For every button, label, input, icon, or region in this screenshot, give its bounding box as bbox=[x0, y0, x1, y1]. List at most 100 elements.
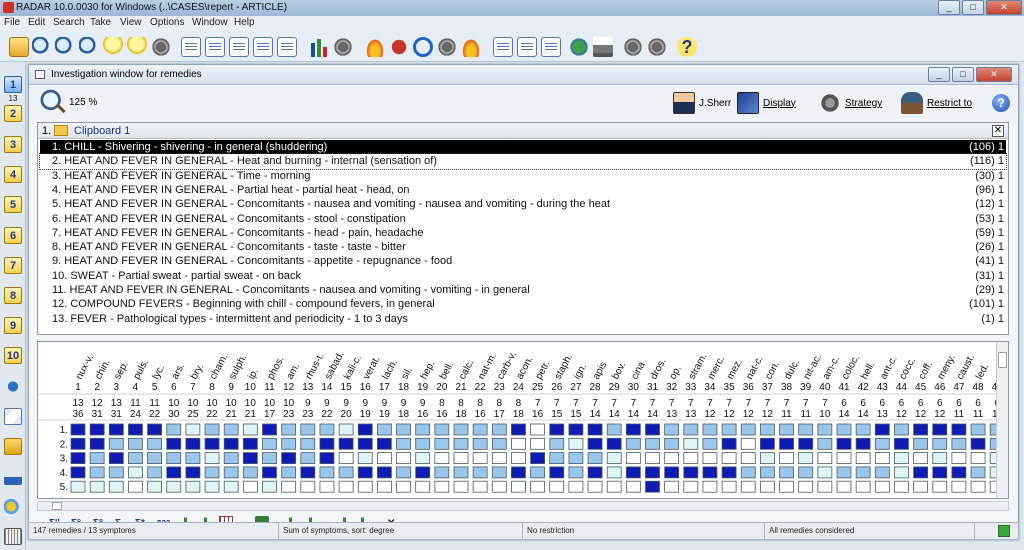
document-5-icon[interactable] bbox=[277, 37, 297, 57]
tree-icon[interactable] bbox=[333, 37, 353, 57]
grade-cell[interactable] bbox=[549, 480, 565, 493]
symptom-row[interactable]: 13. FEVER - Pathological types - intermi… bbox=[40, 312, 1006, 326]
clipboard-button-1[interactable]: 1 bbox=[4, 76, 22, 93]
grade-cell[interactable] bbox=[760, 466, 775, 479]
grade-cell[interactable] bbox=[319, 480, 335, 493]
grade-cell[interactable] bbox=[472, 437, 488, 450]
remedy-name[interactable]: bell. bbox=[438, 360, 456, 381]
remedy-name[interactable]: dros. bbox=[648, 357, 668, 382]
grade-cell[interactable] bbox=[396, 437, 411, 450]
grade-cell[interactable] bbox=[740, 452, 756, 464]
grade-cell[interactable] bbox=[147, 423, 162, 436]
menu-edit[interactable]: Edit bbox=[28, 17, 45, 28]
grade-cell[interactable] bbox=[817, 437, 833, 450]
grade-cell[interactable] bbox=[89, 466, 105, 479]
grade-cell[interactable] bbox=[951, 452, 967, 464]
symptom-row[interactable]: 9. HEAT AND FEVER IN GENERAL - Concomita… bbox=[40, 254, 1006, 268]
symptom-row[interactable]: 4. HEAT AND FEVER IN GENERAL - Partial h… bbox=[40, 183, 1006, 197]
grade-cell[interactable] bbox=[779, 452, 794, 464]
grade-cell[interactable] bbox=[223, 452, 239, 464]
list-icon[interactable] bbox=[517, 37, 537, 57]
grade-cell[interactable] bbox=[70, 452, 86, 464]
grade-cell[interactable] bbox=[376, 423, 392, 436]
symptom-row[interactable]: 2. HEAT AND FEVER IN GENERAL - Heat and … bbox=[39, 153, 1007, 170]
clipboard-close-button[interactable]: ✕ bbox=[992, 125, 1004, 137]
grade-cell[interactable] bbox=[376, 452, 392, 464]
grade-cell[interactable] bbox=[415, 423, 431, 436]
grade-cell[interactable] bbox=[606, 423, 622, 436]
remedy-name[interactable]: apis bbox=[591, 360, 609, 381]
grade-cell[interactable] bbox=[625, 480, 641, 493]
grade-cell[interactable] bbox=[89, 480, 105, 493]
grade-cell[interactable] bbox=[185, 437, 201, 450]
spiral-icon[interactable] bbox=[437, 37, 457, 57]
grade-cell[interactable] bbox=[530, 423, 546, 436]
grade-cell[interactable] bbox=[760, 423, 775, 436]
grade-cell[interactable] bbox=[932, 466, 948, 479]
grade-cell[interactable] bbox=[932, 452, 948, 464]
grade-cell[interactable] bbox=[549, 437, 565, 450]
grade-cell[interactable] bbox=[453, 437, 469, 450]
symptom-row[interactable]: 11. HEAT AND FEVER IN GENERAL - Concomit… bbox=[40, 283, 1006, 297]
grade-cell[interactable] bbox=[836, 423, 852, 436]
grade-cell[interactable] bbox=[357, 480, 373, 493]
grade-cell[interactable] bbox=[262, 480, 277, 493]
symptom-row[interactable]: 8. HEAT AND FEVER IN GENERAL - Concomita… bbox=[40, 240, 1006, 254]
user-button[interactable]: J.Sherr bbox=[673, 90, 731, 116]
grade-cell[interactable] bbox=[511, 452, 526, 464]
menu-search[interactable]: Search bbox=[53, 17, 85, 28]
grade-cell[interactable] bbox=[396, 452, 411, 464]
grade-cell[interactable] bbox=[491, 480, 507, 493]
grade-cell[interactable] bbox=[185, 466, 201, 479]
grade-cell[interactable] bbox=[453, 452, 469, 464]
grade-cell[interactable] bbox=[568, 480, 584, 493]
grade-cell[interactable] bbox=[874, 423, 890, 436]
grade-cell[interactable] bbox=[281, 452, 297, 464]
grade-cell[interactable] bbox=[396, 423, 411, 436]
remedy-name[interactable]: led. bbox=[974, 362, 991, 381]
grade-cell[interactable] bbox=[300, 437, 316, 450]
help-icon[interactable]: ? bbox=[677, 37, 697, 57]
grade-cell[interactable] bbox=[147, 437, 162, 450]
grade-cell[interactable] bbox=[645, 480, 660, 493]
grade-cell[interactable] bbox=[89, 437, 105, 450]
grade-cell[interactable] bbox=[434, 466, 450, 479]
grade-cell[interactable] bbox=[702, 452, 718, 464]
remedy-name[interactable]: ip. bbox=[246, 367, 261, 381]
grade-cell[interactable] bbox=[664, 480, 680, 493]
grade-cell[interactable] bbox=[817, 452, 833, 464]
grade-cell[interactable] bbox=[242, 452, 258, 464]
grade-cell[interactable] bbox=[587, 480, 603, 493]
remedy-name[interactable]: bov. bbox=[610, 360, 628, 381]
grade-cell[interactable] bbox=[70, 423, 86, 436]
remedy-name[interactable]: coloc. bbox=[840, 353, 862, 381]
grade-cell[interactable] bbox=[645, 437, 660, 450]
grade-cell[interactable] bbox=[932, 437, 948, 450]
grade-cell[interactable] bbox=[128, 480, 143, 493]
grade-cell[interactable] bbox=[779, 423, 794, 436]
grade-cell[interactable] bbox=[836, 452, 852, 464]
symptom-row[interactable]: 5. HEAT AND FEVER IN GENERAL - Concomita… bbox=[40, 197, 1006, 211]
network-icon[interactable] bbox=[623, 37, 643, 57]
grade-cell[interactable] bbox=[970, 452, 986, 464]
display-button[interactable]: Display bbox=[737, 90, 796, 116]
remedy-name[interactable]: lach. bbox=[380, 358, 400, 382]
grade-cell[interactable] bbox=[587, 437, 603, 450]
open-case-icon[interactable] bbox=[9, 37, 29, 57]
grade-cell[interactable] bbox=[625, 437, 641, 450]
remedy-name[interactable]: am. bbox=[285, 362, 303, 382]
symptom-row[interactable]: 6. HEAT AND FEVER IN GENERAL - Concomita… bbox=[40, 212, 1006, 226]
grade-cell[interactable] bbox=[434, 423, 450, 436]
grade-cell[interactable] bbox=[338, 423, 354, 436]
grade-cell[interactable] bbox=[223, 437, 239, 450]
remedy-name[interactable]: cina bbox=[629, 360, 648, 382]
remedy-name[interactable]: petr. bbox=[534, 359, 553, 381]
menu-help[interactable]: Help bbox=[234, 17, 255, 28]
grade-cell[interactable] bbox=[817, 423, 833, 436]
grade-cell[interactable] bbox=[683, 480, 699, 493]
symptom-row[interactable]: 12. COMPOUND FEVERS - Beginning with chi… bbox=[40, 297, 1006, 311]
menu-view[interactable]: View bbox=[120, 17, 142, 28]
grade-cell[interactable] bbox=[606, 437, 622, 450]
remedy-name[interactable]: verat. bbox=[361, 354, 382, 381]
grade-cell[interactable] bbox=[262, 437, 277, 450]
